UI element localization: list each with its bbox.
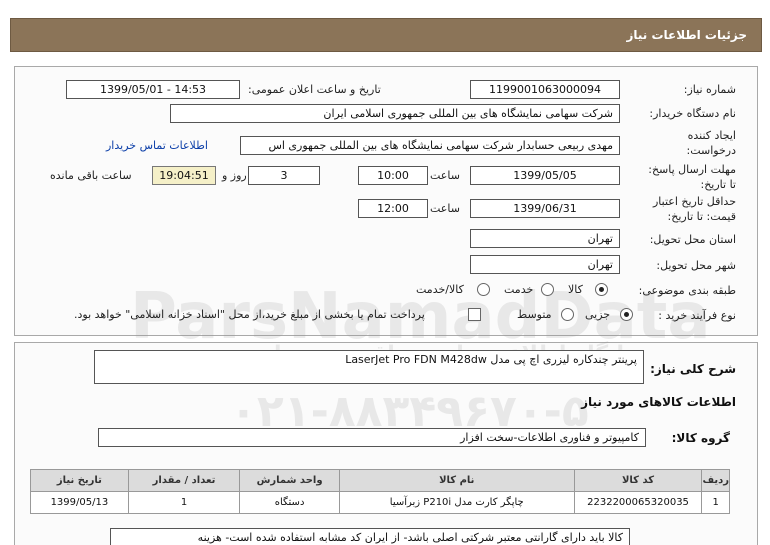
category-radio-goods[interactable] xyxy=(595,283,608,296)
category-option-goods-service: کالا/خدمت xyxy=(416,283,464,296)
goods-table: ردیف کد کالا نام کالا واحد شمارش تعداد /… xyxy=(30,469,730,514)
purchase-radio-medium[interactable] xyxy=(561,308,574,321)
table-row: 1 2232200065320035 چاپگر کارت مدل P210i … xyxy=(30,491,730,514)
need-number-field: 1199001063000094 xyxy=(470,80,620,99)
need-number-label: شماره نیاز: xyxy=(683,83,736,96)
price-validity-time: 12:00 xyxy=(358,199,428,218)
price-validity-time-label: ساعت xyxy=(430,202,460,215)
days-label: روز و xyxy=(222,169,247,182)
cell-name: چاپگر کارت مدل P210i زبرآسیا xyxy=(338,491,575,514)
col-header-date: تاریخ نیاز xyxy=(30,469,129,492)
send-deadline-time: 10:00 xyxy=(358,166,428,185)
delivery-city-field: تهران xyxy=(470,255,620,274)
category-radio-service[interactable] xyxy=(541,283,554,296)
category-radio-goods-service[interactable] xyxy=(477,283,490,296)
buyer-contact-link[interactable]: اطلاعات تماس خریدار xyxy=(106,139,208,152)
summary-field: پرینتر چندکاره لیزری اچ پی مدل LaserJet … xyxy=(94,350,644,384)
requester-label-2: درخواست: xyxy=(686,144,736,157)
requester-field: مهدی ربیعی حسابدار شرکت سهامی نمایشگاه ه… xyxy=(240,136,620,155)
summary-label: شرح کلی نیاز: xyxy=(650,362,736,376)
buyer-org-label: نام دستگاه خریدار: xyxy=(649,107,736,120)
send-deadline-date: 1399/05/05 xyxy=(470,166,620,185)
col-header-unit: واحد شمارش xyxy=(239,469,340,492)
col-header-row: ردیف xyxy=(701,469,730,492)
page-title: جزئیات اطلاعات نیاز xyxy=(626,28,747,42)
send-deadline-time-label: ساعت xyxy=(430,169,460,182)
cell-date: 1399/05/13 xyxy=(30,491,129,514)
purchase-option-medium: متوسط xyxy=(517,308,552,321)
page-title-bar: جزئیات اطلاعات نیاز xyxy=(10,18,762,52)
price-validity-label-1: حداقل تاریخ اعتبار xyxy=(652,195,736,208)
goods-group-field: کامپیوتر و فناوری اطلاعات-سخت افزار xyxy=(98,428,646,447)
delivery-city-label: شهر محل تحویل: xyxy=(656,259,736,272)
remaining-days: 3 xyxy=(248,166,320,185)
category-option-goods: کالا xyxy=(568,283,583,296)
category-label: طبقه بندی موضوعی: xyxy=(638,284,736,297)
requester-label-1: ایجاد کننده xyxy=(687,129,736,142)
send-deadline-label-1: مهلت ارسال پاسخ: xyxy=(648,163,736,176)
announce-datetime-field: 1399/05/01 - 14:53 xyxy=(66,80,240,99)
buyer-org-field: شرکت سهامی نمایشگاه های بین المللی جمهور… xyxy=(170,104,620,123)
col-header-code: کد کالا xyxy=(573,469,703,492)
remaining-time: 19:04:51 xyxy=(152,166,216,185)
treasury-checkbox[interactable] xyxy=(468,308,481,321)
note-field: کالا باید دارای گارانتی معتبر شرکتی اصلی… xyxy=(110,528,630,545)
treasury-checkbox-label: پرداخت تمام یا بخشی از مبلغ خرید،از محل … xyxy=(74,308,425,321)
col-header-qty: تعداد / مقدار xyxy=(127,469,241,492)
send-deadline-label-2: تا تاریخ: xyxy=(700,178,736,191)
cell-code: 2232200065320035 xyxy=(573,491,703,514)
goods-info-heading: اطلاعات کالاهای مورد نیاز xyxy=(581,395,736,409)
price-validity-label-2: قیمت: تا تاریخ: xyxy=(667,210,736,223)
cell-unit: دستگاه xyxy=(239,491,340,514)
delivery-province-label: استان محل تحویل: xyxy=(649,233,736,246)
purchase-radio-minor[interactable] xyxy=(620,308,633,321)
cell-row: 1 xyxy=(701,491,730,514)
purchase-type-label: نوع فرآیند خرید : xyxy=(658,309,736,322)
cell-qty: 1 xyxy=(127,491,241,514)
delivery-province-field: تهران xyxy=(470,229,620,248)
col-header-name: نام کالا xyxy=(338,469,575,492)
purchase-option-minor: جزیی xyxy=(585,308,611,321)
goods-group-label: گروه کالا: xyxy=(671,431,730,445)
announce-datetime-label: تاریخ و ساعت اعلان عمومی: xyxy=(248,83,381,96)
category-option-service: خدمت xyxy=(504,283,534,296)
price-validity-date: 1399/06/31 xyxy=(470,199,620,218)
remaining-label: ساعت باقی مانده xyxy=(50,169,132,182)
